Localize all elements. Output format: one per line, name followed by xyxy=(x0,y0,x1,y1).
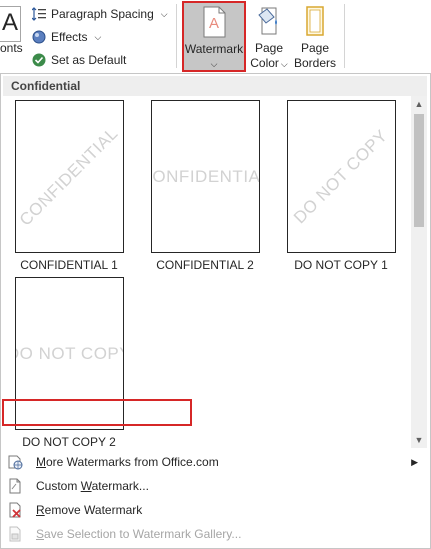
submenu-arrow-icon: ▶ xyxy=(411,456,418,467)
watermark-preview-page: DO NOT COPY xyxy=(286,100,396,253)
watermark-button[interactable]: A Watermark ⌵ xyxy=(182,1,246,72)
watermark-preview-page: CONFIDENTIAL xyxy=(14,100,124,253)
fonts-button-icon[interactable]: A xyxy=(0,6,21,42)
effects-label: Effects xyxy=(51,30,88,44)
watermark-preview-page: CONFIDENTIAL xyxy=(150,100,260,253)
save-selection-icon xyxy=(7,526,23,542)
watermark-preview-text: DO NOT COPY xyxy=(16,343,123,363)
set-as-default-label: Set as Default xyxy=(51,53,127,67)
watermark-preview-text: CONFIDENTIAL xyxy=(152,166,260,186)
scroll-down-icon[interactable]: ▼ xyxy=(411,432,427,448)
watermark-icon: A xyxy=(199,6,229,38)
effects-icon xyxy=(32,30,46,44)
chevron-down-icon: ⌵ xyxy=(160,8,168,19)
save-selection-menu-item: Save Selection to Watermark Gallery... xyxy=(1,522,428,546)
watermark-preview-text: CONFIDENTIAL xyxy=(15,123,122,230)
ribbon: A onts Paragraph Spacing ⌵ Effects ⌵ Set… xyxy=(0,0,431,73)
save-selection-label: Save Selection to Watermark Gallery... xyxy=(36,527,242,541)
ribbon-divider xyxy=(344,4,345,68)
custom-watermark-label: Custom Watermark... xyxy=(36,479,149,493)
custom-watermark-icon xyxy=(7,478,23,494)
set-as-default-button[interactable]: Set as Default xyxy=(32,50,126,70)
paragraph-spacing-icon xyxy=(31,7,46,21)
gallery-item-label: DO NOT COPY 1 xyxy=(294,258,388,272)
page-color-label-line2: Color ⌵ xyxy=(250,56,288,70)
gallery-scrollbar[interactable]: ▲ ▼ xyxy=(411,96,427,448)
remove-watermark-label: Remove Watermark xyxy=(36,503,143,517)
scrollbar-thumb[interactable] xyxy=(414,114,424,227)
page-borders-button[interactable]: Page Borders xyxy=(293,2,337,72)
gallery-item-do-not-copy-1[interactable]: DO NOT COPY DO NOT COPY 1 xyxy=(286,100,396,272)
page-color-button[interactable]: Page Color ⌵ xyxy=(247,2,291,72)
gallery-item-confidential-1[interactable]: CONFIDENTIAL CONFIDENTIAL 1 xyxy=(14,100,124,272)
gallery-item-label: CONFIDENTIAL 2 xyxy=(156,258,254,272)
page-color-label-line1: Page xyxy=(254,41,284,55)
effects-button[interactable]: Effects ⌵ xyxy=(32,27,101,47)
scroll-up-icon[interactable]: ▲ xyxy=(411,96,427,112)
svg-text:A: A xyxy=(209,15,219,32)
chevron-down-icon: ⌵ xyxy=(210,59,218,69)
gallery-section-header: Confidential xyxy=(3,76,427,96)
ribbon-divider xyxy=(176,4,177,68)
remove-watermark-icon xyxy=(7,502,23,518)
watermark-gallery: CONFIDENTIAL CONFIDENTIAL 1 CONFIDENTIAL… xyxy=(3,96,411,449)
gallery-item-confidential-2[interactable]: CONFIDENTIAL CONFIDENTIAL 2 xyxy=(150,100,260,272)
watermark-menu: More Watermarks from Office.com ▶ Custom… xyxy=(1,450,428,546)
watermark-preview-text: DO NOT COPY xyxy=(290,125,392,227)
custom-watermark-highlight-box xyxy=(2,399,192,426)
page-borders-icon xyxy=(300,5,330,37)
page-borders-label-line1: Page xyxy=(300,41,330,55)
custom-watermark-menu-item[interactable]: Custom Watermark... xyxy=(1,474,428,498)
paragraph-spacing-label: Paragraph Spacing xyxy=(51,7,154,21)
more-watermarks-label: More Watermarks from Office.com xyxy=(36,455,219,469)
remove-watermark-menu-item[interactable]: Remove Watermark xyxy=(1,498,428,522)
gallery-item-label: DO NOT COPY 2 xyxy=(22,435,116,449)
page-borders-label-line2: Borders xyxy=(293,56,337,70)
office-globe-icon xyxy=(7,454,23,470)
paragraph-spacing-button[interactable]: Paragraph Spacing ⌵ xyxy=(31,4,168,24)
page-color-icon xyxy=(254,5,284,37)
watermark-label: Watermark xyxy=(184,42,244,56)
gallery-item-label: CONFIDENTIAL 1 xyxy=(20,258,118,272)
checkmark-icon xyxy=(32,53,46,67)
fonts-button-label[interactable]: onts xyxy=(0,41,23,55)
chevron-down-icon: ⌵ xyxy=(94,31,102,42)
watermark-dropdown-panel: Confidential CONFIDENTIAL CONFIDENTIAL 1… xyxy=(0,73,431,549)
more-watermarks-menu-item[interactable]: More Watermarks from Office.com ▶ xyxy=(1,450,428,474)
